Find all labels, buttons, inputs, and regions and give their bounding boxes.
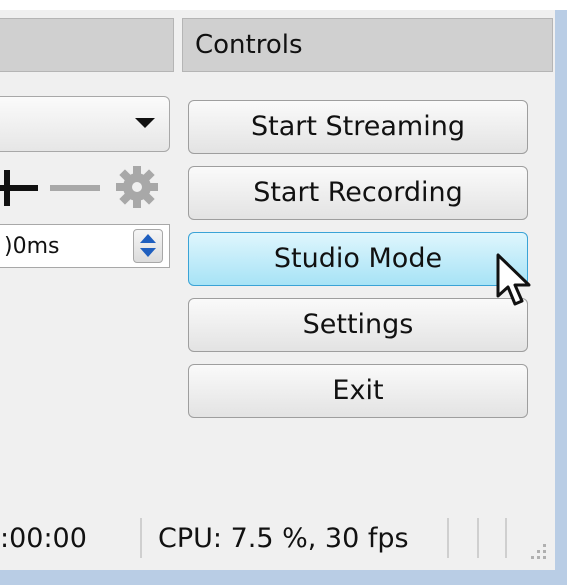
recording-time: :00:00: [0, 523, 87, 554]
transition-dropdown[interactable]: [0, 96, 170, 152]
exit-button[interactable]: Exit: [188, 364, 528, 418]
gear-icon[interactable]: [115, 165, 159, 209]
resize-grip-icon[interactable]: [525, 538, 549, 562]
cpu-usage: CPU: 7.5 %, 30 fps: [158, 523, 409, 554]
status-separator: [140, 518, 142, 558]
window-right-border: [555, 10, 567, 580]
plus-icon[interactable]: [0, 168, 40, 208]
chevron-down-icon: [135, 118, 155, 128]
duration-value: )0ms: [4, 234, 60, 259]
mouse-cursor-icon: [496, 253, 531, 306]
panel-header-left: [0, 18, 174, 72]
status-separator: [447, 518, 449, 558]
spin-buttons[interactable]: [133, 229, 163, 263]
duration-spinbox[interactable]: )0ms: [0, 224, 170, 268]
start-recording-button[interactable]: Start Recording: [188, 166, 528, 220]
status-separator: [505, 518, 507, 558]
arrow-down-icon[interactable]: [140, 248, 156, 257]
settings-button[interactable]: Settings: [188, 298, 528, 352]
obs-window: [0, 10, 555, 570]
status-separator: [477, 518, 479, 558]
status-bar: :00:00 CPU: 7.5 %, 30 fps: [0, 510, 555, 566]
start-streaming-button[interactable]: Start Streaming: [188, 100, 528, 154]
controls-header: Controls: [182, 18, 553, 72]
arrow-up-icon[interactable]: [140, 234, 156, 243]
minus-icon[interactable]: [50, 185, 100, 191]
studio-mode-button[interactable]: Studio Mode: [188, 232, 528, 286]
window-bottom-border: [0, 570, 567, 585]
